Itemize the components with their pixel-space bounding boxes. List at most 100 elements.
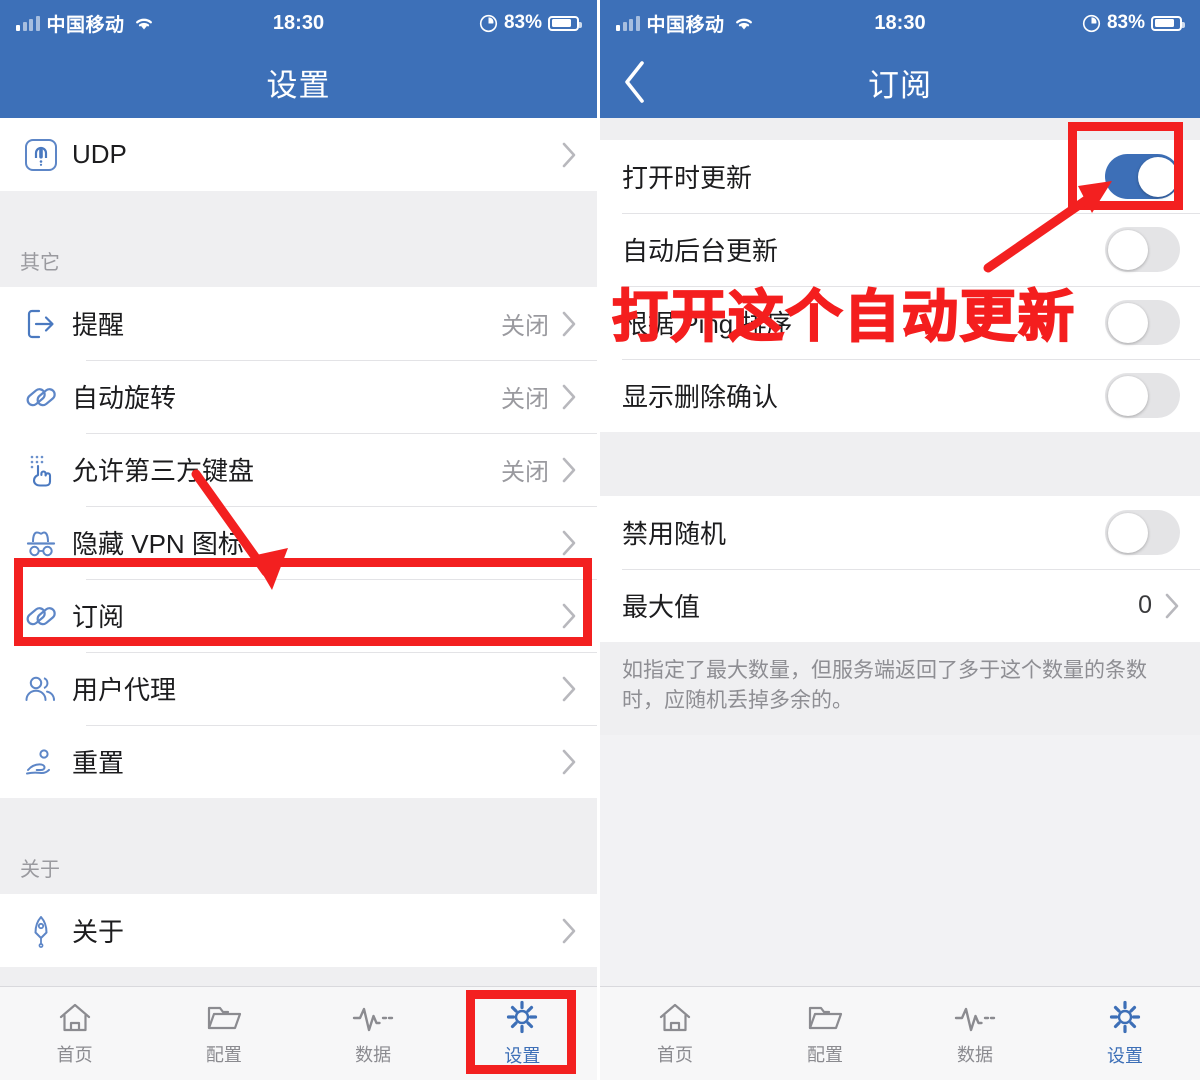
users-icon: [22, 671, 72, 707]
list-item-about[interactable]: 关于: [0, 894, 597, 967]
list-item-label: 自动后台更新: [622, 236, 779, 266]
tab-config[interactable]: 配置: [750, 987, 900, 1080]
toggle-disable-random[interactable]: [1105, 510, 1180, 555]
chevron-right-icon: [561, 602, 577, 630]
list-item-value: 关闭: [501, 386, 549, 413]
list-item-label: 禁用随机: [622, 519, 727, 549]
list-item-show-delete-confirm[interactable]: 显示删除确认: [600, 359, 1200, 432]
toggle-update-on-open[interactable]: [1105, 154, 1180, 199]
chevron-right-icon: [561, 141, 577, 169]
chevron-right-icon: [1164, 592, 1180, 620]
exit-arrow-icon: [22, 306, 72, 342]
callout-text: 打开这个自动更新: [611, 284, 1076, 351]
list-item-label: 隐藏 VPN 图标: [72, 529, 244, 559]
status-bar-right: 中国移动 18:30 83%: [600, 0, 1200, 46]
list-item-label: 订阅: [72, 602, 125, 632]
dual-screenshot-container: 中国移动 18:30 83% 设置 UDP 其它 提醒 关闭 自动旋转 关闭 允…: [0, 0, 1200, 1080]
tab-config[interactable]: 配置: [149, 987, 298, 1080]
udp-icon: [22, 136, 72, 174]
settings-list: UDP 其它 提醒 关闭 自动旋转 关闭 允许第三方键盘 关闭 隐藏 VPN 图…: [0, 118, 597, 986]
status-bar-right-group: 83%: [479, 12, 582, 34]
battery-icon: [548, 15, 582, 31]
page-title: 订阅: [868, 67, 932, 103]
footer-note: 如指定了最大数量，但服务端返回了多于这个数量的条数时，应随机丢掉多余的。: [600, 642, 1200, 735]
list-item-reminder[interactable]: 提醒 关闭: [0, 287, 597, 360]
battery-percent-label: 83%: [1106, 12, 1145, 33]
toggle-show-delete-confirm[interactable]: [1105, 373, 1180, 418]
list-item-hide-vpn-icon[interactable]: 隐藏 VPN 图标: [0, 506, 597, 579]
list-item-user-agent[interactable]: 用户代理: [0, 652, 597, 725]
list-item-label: 关于: [72, 917, 125, 947]
chevron-right-icon: [561, 529, 577, 557]
link-icon: [22, 379, 72, 415]
tab-data[interactable]: 数据: [299, 987, 448, 1080]
signal-bars-icon: [16, 15, 40, 31]
chevron-right-icon: [561, 917, 577, 945]
carrier-label: 中国移动: [646, 14, 725, 36]
keyboard-tap-icon: [22, 452, 72, 488]
battery-icon: [1151, 15, 1185, 31]
battery-percent-label: 83%: [503, 12, 542, 33]
status-bar-right-group: 83%: [1082, 12, 1185, 34]
list-bottom-spacer: [0, 967, 597, 986]
tab-label: 配置: [807, 1045, 843, 1065]
list-item-value: 关闭: [501, 313, 549, 340]
reset-hand-icon: [22, 744, 72, 780]
tab-label: 配置: [205, 1045, 242, 1065]
location-services-icon: [1082, 14, 1101, 33]
link-icon: [22, 598, 72, 634]
list-item-label: 提醒: [72, 310, 125, 340]
page-title: 设置: [266, 67, 331, 103]
section-header-about: 关于: [0, 798, 597, 894]
list-item-label: 自动旋转: [72, 383, 177, 413]
list-item-label: 最大值: [622, 592, 701, 622]
tab-home[interactable]: 首页: [0, 987, 149, 1080]
tab-home[interactable]: 首页: [600, 987, 750, 1080]
list-item-label: 用户代理: [72, 675, 177, 705]
tab-label: 数据: [355, 1045, 392, 1065]
location-services-icon: [479, 14, 498, 33]
toggle-auto-background-update[interactable]: [1105, 227, 1180, 272]
list-item-auto-rotate[interactable]: 自动旋转 关闭: [0, 360, 597, 433]
list-item-label: 重置: [72, 748, 125, 778]
back-button[interactable]: [620, 46, 678, 118]
list-item-value: 关闭: [501, 459, 549, 486]
tab-settings[interactable]: 设置: [448, 987, 597, 1080]
list-group-udp: UDP: [0, 118, 597, 191]
toggle-sort-by-ping[interactable]: [1105, 300, 1180, 345]
tab-settings[interactable]: 设置: [1050, 987, 1200, 1080]
status-bar-left-group: 中国移动: [16, 10, 156, 37]
subscription-settings-list: 打开时更新 自动后台更新 根据 Ping 排序 显示删除确认 禁用随机 最大值 …: [600, 118, 1200, 986]
signal-bars-icon: [616, 15, 640, 31]
list-item-label: 允许第三方键盘: [72, 456, 255, 486]
status-bar-left: 中国移动 18:30 83%: [0, 0, 597, 46]
list-item-third-party-keyboard[interactable]: 允许第三方键盘 关闭: [0, 433, 597, 506]
list-item-reset[interactable]: 重置: [0, 725, 597, 798]
list-item-label: 显示删除确认: [622, 382, 779, 412]
list-item-max-value[interactable]: 最大值 0: [600, 569, 1200, 642]
rocket-icon: [22, 913, 72, 949]
nav-bar-right: 订阅: [600, 46, 1200, 118]
status-bar-left-group: 中国移动: [616, 10, 756, 37]
chevron-right-icon: [561, 675, 577, 703]
chevron-left-icon: [620, 58, 648, 106]
list-group-about: 关于: [0, 894, 597, 967]
chevron-right-icon: [561, 383, 577, 411]
list-item-udp[interactable]: UDP: [0, 118, 597, 191]
list-item-value: 0: [1138, 591, 1152, 619]
list-item-label: 打开时更新: [622, 163, 753, 193]
list-item-update-on-open[interactable]: 打开时更新: [600, 140, 1200, 213]
tab-label: 首页: [56, 1045, 93, 1065]
incognito-hat-icon: [22, 525, 72, 561]
chevron-right-icon: [561, 456, 577, 484]
list-item-disable-random[interactable]: 禁用随机: [600, 496, 1200, 569]
chevron-right-icon: [561, 748, 577, 776]
list-group-random: 禁用随机 最大值 0: [600, 496, 1200, 642]
group-separator: [600, 432, 1200, 496]
carrier-label: 中国移动: [46, 14, 125, 36]
list-item-subscription[interactable]: 订阅: [0, 579, 597, 652]
tab-data[interactable]: 数据: [900, 987, 1050, 1080]
tab-bar-right: 首页 配置 数据 设置: [600, 986, 1200, 1080]
wifi-icon: [732, 14, 756, 32]
left-phone-screen: 中国移动 18:30 83% 设置 UDP 其它 提醒 关闭 自动旋转 关闭 允…: [0, 0, 600, 1080]
